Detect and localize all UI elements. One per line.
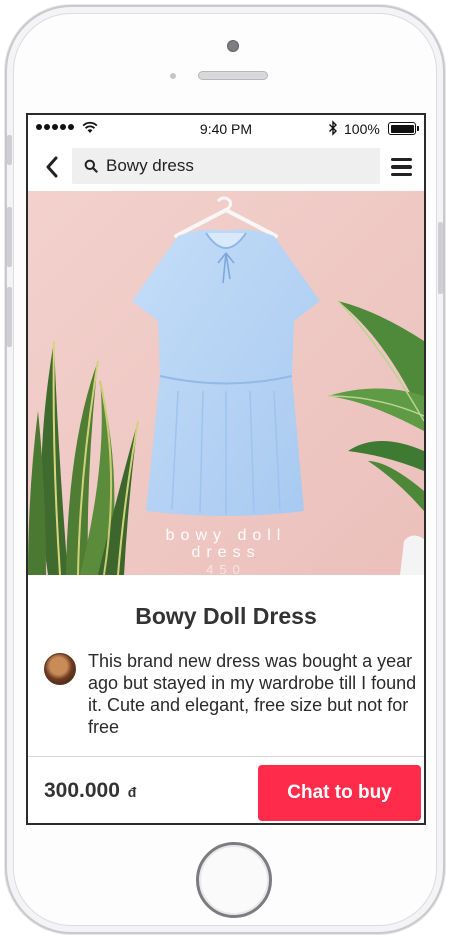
product-description: This brand new dress was bought a year a… <box>88 651 417 737</box>
bottom-action-bar: 300.000 đ Chat to buy <box>28 756 424 823</box>
dress <box>132 229 320 517</box>
image-caption: bowy doll dress 450 <box>28 527 424 575</box>
search-icon <box>84 159 98 173</box>
back-button[interactable] <box>36 151 68 183</box>
image-caption-line-1: bowy doll <box>165 527 287 544</box>
battery-percent: 100% <box>344 121 380 137</box>
power-button <box>438 222 443 294</box>
earpiece-speaker <box>198 71 268 80</box>
product-image[interactable]: bowy doll dress 450 <box>28 191 424 575</box>
status-bar: 9:40 PM 100% <box>28 115 424 143</box>
menu-button[interactable] <box>388 153 416 181</box>
seller-avatar[interactable] <box>44 653 76 685</box>
home-button[interactable] <box>196 842 272 918</box>
search-input[interactable]: Bowy dress <box>72 148 380 184</box>
product-photo-illustration <box>28 191 424 575</box>
proximity-sensor <box>170 73 176 79</box>
image-caption-line-2: dress <box>191 544 261 561</box>
chat-to-buy-button[interactable]: Chat to buy <box>258 765 421 821</box>
volume-up-button <box>7 207 12 267</box>
navigation-bar: Bowy dress <box>28 143 424 191</box>
search-query: Bowy dress <box>106 156 194 175</box>
bluetooth-icon <box>329 120 337 136</box>
hamburger-menu-icon <box>391 157 412 162</box>
price-currency: đ <box>127 784 137 800</box>
volume-down-button <box>7 287 12 347</box>
battery-full-icon <box>388 122 419 135</box>
price-value: 300.000 <box>44 779 120 802</box>
image-caption-line-3: 450 <box>206 562 246 575</box>
mute-switch <box>7 135 12 165</box>
app-screen: 9:40 PM 100% Bowy dress bowy doll dress … <box>26 113 426 825</box>
product-title: Bowy Doll Dress <box>135 603 317 629</box>
price: 300.000 đ <box>44 779 136 803</box>
front-camera <box>227 40 239 52</box>
chevron-left-icon <box>46 156 58 178</box>
